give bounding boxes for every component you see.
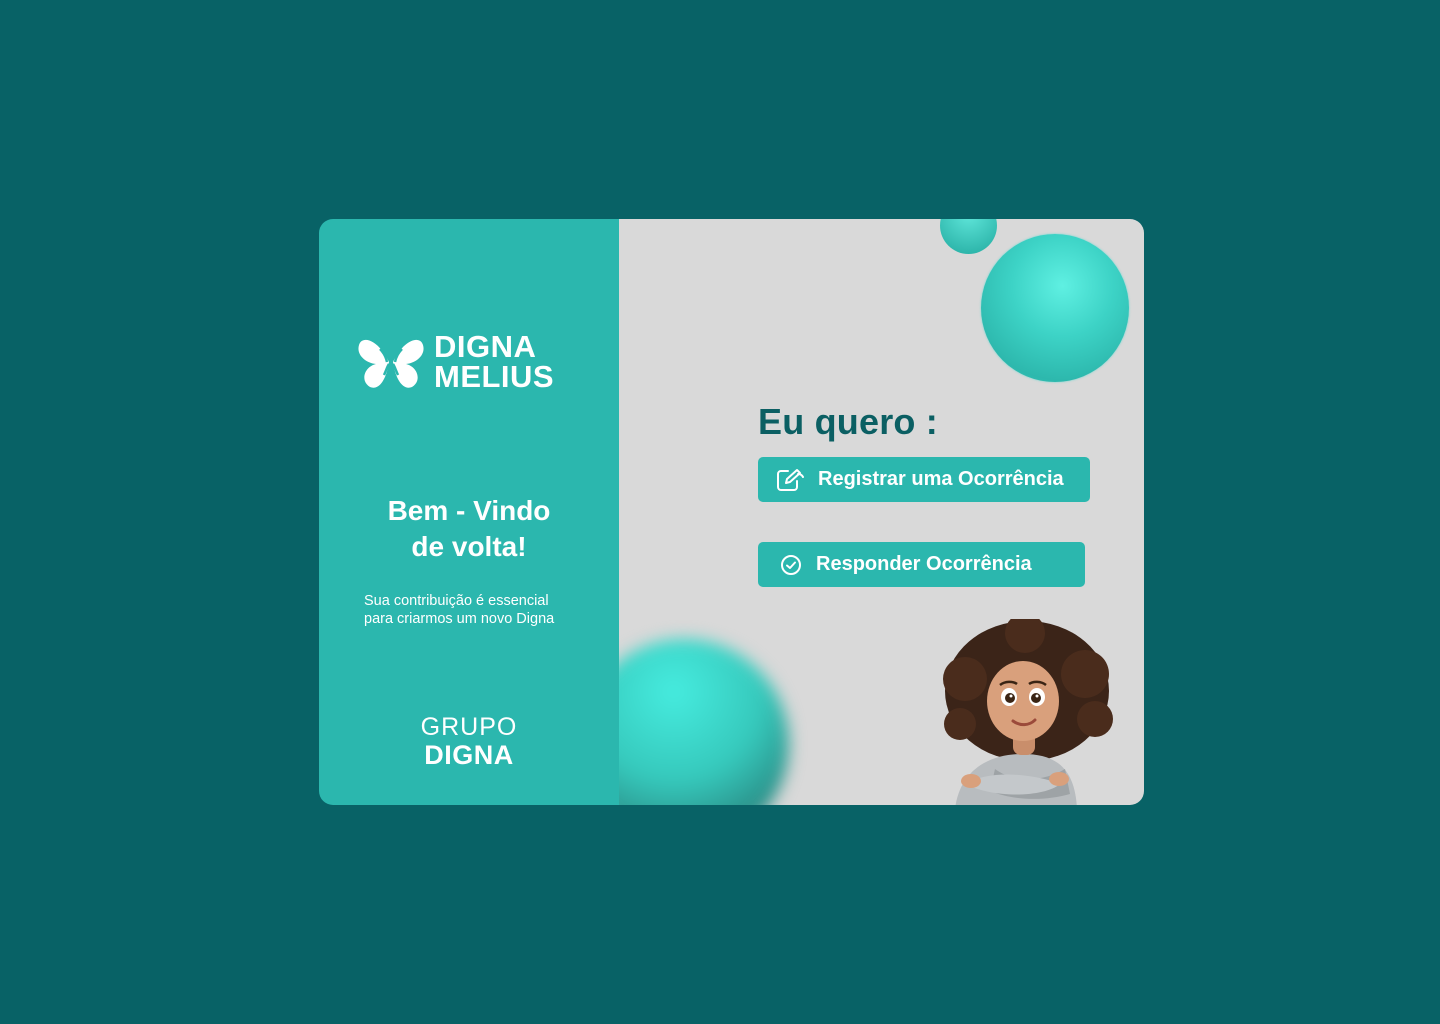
subtitle-line-1: Sua contribuição é essencial	[364, 593, 549, 609]
logo-line-1: DIGNA	[434, 329, 537, 364]
right-panel: Eu quero : Registrar uma Ocorrência Resp…	[619, 219, 1144, 805]
welcome-line-1: Bem - Vindo	[387, 495, 551, 526]
welcome-subtitle: Sua contribuição é essencial para criarm…	[364, 592, 594, 628]
respond-occurrence-button[interactable]: Responder Ocorrência	[758, 542, 1085, 587]
respond-button-label: Responder Ocorrência	[816, 553, 1032, 575]
logo-wordmark: DIGNA MELIUS	[434, 329, 555, 394]
decorative-bubble-blurred	[619, 639, 789, 805]
decorative-bubble-small	[940, 219, 997, 254]
welcome-title: Bem - Vindo de volta!	[319, 493, 619, 565]
welcome-card: DIGNA MELIUS Bem - Vindo de volta! Sua c…	[319, 219, 1144, 805]
digna-melius-logo: DIGNA MELIUS	[356, 329, 555, 394]
actions-heading: Eu quero :	[758, 401, 938, 442]
group-line-1: GRUPO	[420, 713, 518, 741]
left-panel: DIGNA MELIUS Bem - Vindo de volta! Sua c…	[319, 219, 619, 805]
grupo-digna-logo: GRUPO DIGNA	[319, 714, 619, 770]
check-circle-icon	[780, 554, 802, 576]
welcome-line-2: de volta!	[411, 531, 527, 562]
group-line-2: DIGNA	[424, 740, 514, 770]
mascot-character-illustration	[935, 613, 1125, 805]
logo-line-2: MELIUS	[434, 359, 555, 394]
register-button-label: Registrar uma Ocorrência	[818, 468, 1064, 490]
decorative-bubble-large	[981, 234, 1129, 382]
edit-icon	[776, 468, 804, 492]
register-occurrence-button[interactable]: Registrar uma Ocorrência	[758, 457, 1090, 502]
subtitle-line-2: para criarmos um novo Digna	[364, 611, 555, 627]
butterfly-icon	[356, 333, 426, 391]
